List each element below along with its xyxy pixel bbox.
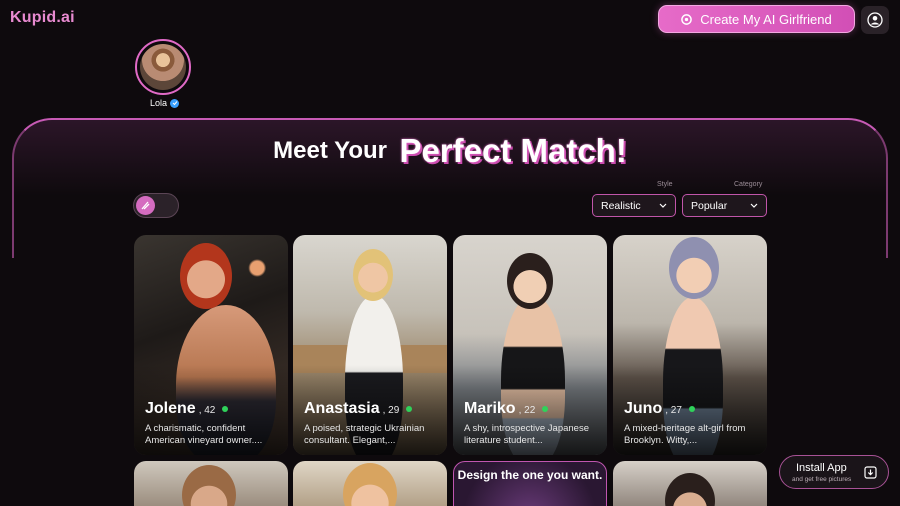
sparkle-icon xyxy=(681,13,693,25)
style-label: Style xyxy=(657,181,673,188)
install-subtitle: and get free pictures xyxy=(792,476,852,483)
category-select[interactable]: Popular xyxy=(682,194,767,217)
title-prefix: Meet Your xyxy=(273,137,387,164)
brush-icon xyxy=(141,201,150,210)
chevron-down-icon xyxy=(750,203,758,208)
style-toggle[interactable] xyxy=(133,193,179,218)
person-head xyxy=(669,237,719,299)
chevron-down-icon xyxy=(659,203,667,208)
online-indicator xyxy=(542,406,549,412)
name-text: Juno xyxy=(624,400,663,417)
category-select-value: Popular xyxy=(691,199,728,212)
character-card-jolene[interactable]: Jolene, 42 A charismatic, confident Amer… xyxy=(134,235,288,455)
character-description: A poised, strategic Ukrainian consultant… xyxy=(304,423,425,446)
create-ai-girlfriend-button[interactable]: Create My AI Girlfriend xyxy=(658,5,855,33)
character-name: Anastasia, 29 xyxy=(304,400,413,418)
person-head xyxy=(507,253,553,309)
online-indicator xyxy=(688,406,695,412)
user-menu-button[interactable] xyxy=(861,6,889,34)
logo[interactable]: Kupid.ai xyxy=(10,9,75,27)
page-title: Meet Your Perfect Match! xyxy=(0,132,900,170)
name-text: Mariko xyxy=(464,400,516,417)
character-card-anastasia[interactable]: Anastasia, 29 A poised, strategic Ukrain… xyxy=(293,235,447,455)
name-text: Anastasia xyxy=(304,400,380,417)
character-description: A shy, introspective Japanese literature… xyxy=(464,423,589,446)
story-name: Lola xyxy=(150,98,180,108)
character-age: , 22 xyxy=(518,405,536,416)
character-name: Jolene, 42 xyxy=(145,400,229,418)
online-indicator xyxy=(222,406,229,412)
story-name-label: Lola xyxy=(150,98,168,108)
person-head xyxy=(182,465,236,506)
character-description: A mixed-heritage alt-girl from Brooklyn.… xyxy=(624,423,746,446)
person-head xyxy=(343,463,397,506)
character-card-mariko[interactable]: Mariko, 22 A shy, introspective Japanese… xyxy=(453,235,607,455)
style-select-value: Realistic xyxy=(601,199,641,212)
character-age: , 42 xyxy=(198,405,216,416)
page: Kupid.ai Create My AI Girlfriend Lola Me… xyxy=(0,0,900,506)
character-age: , 27 xyxy=(665,405,682,416)
download-icon xyxy=(864,466,877,479)
person-head xyxy=(665,473,715,506)
character-card-row2-1[interactable] xyxy=(134,461,288,506)
install-title: Install App xyxy=(796,462,847,474)
style-select[interactable]: Realistic xyxy=(592,194,676,217)
person-head xyxy=(180,243,232,309)
name-text: Jolene xyxy=(145,400,196,417)
toggle-knob xyxy=(136,196,155,215)
verified-icon xyxy=(170,98,180,108)
story-avatar-lola[interactable] xyxy=(135,39,191,95)
install-app-button[interactable]: Install App and get free pictures xyxy=(779,455,889,489)
avatar xyxy=(140,44,186,90)
create-button-label: Create My AI Girlfriend xyxy=(700,11,832,27)
title-highlight: Perfect Match! xyxy=(399,132,627,169)
character-age: , 29 xyxy=(382,405,400,416)
user-icon xyxy=(867,12,883,28)
design-card-text: Design the one you want. xyxy=(457,468,603,482)
character-card-row2-2[interactable] xyxy=(293,461,447,506)
character-name: Mariko, 22 xyxy=(464,400,549,418)
online-indicator xyxy=(406,406,413,412)
character-description: A charismatic, confident American vineya… xyxy=(145,423,263,446)
character-card-row2-4[interactable] xyxy=(613,461,767,506)
design-your-own-card[interactable]: Design the one you want. xyxy=(453,461,607,506)
category-label: Category xyxy=(734,181,763,188)
character-name: Juno, 27 xyxy=(624,400,695,418)
character-card-juno[interactable]: Juno, 27 A mixed-heritage alt-girl from … xyxy=(613,235,767,455)
person-head xyxy=(353,249,393,301)
